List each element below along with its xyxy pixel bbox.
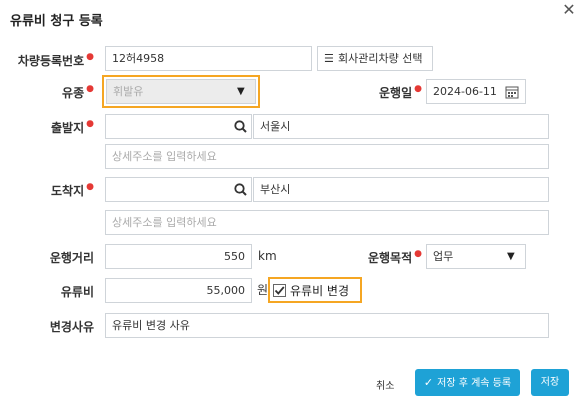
fuel-cost-change-checkbox[interactable]: 유류비 변경 <box>268 277 362 303</box>
dialog-title: 유류비 청구 등록 <box>10 14 103 29</box>
save-and-continue-button[interactable]: ✓ 저장 후 계속 등록 <box>415 369 520 396</box>
caret-down-icon: ▼ <box>507 251 515 262</box>
search-icon[interactable] <box>234 183 247 196</box>
arrival-label: 도착지 ● <box>51 182 94 198</box>
departure-city-field: 서울시 <box>253 114 549 139</box>
purpose-label: 운행목적 ● <box>367 249 422 265</box>
fuel-cost-label: 유류비 <box>60 285 94 299</box>
arrival-search-input[interactable] <box>105 177 252 202</box>
drive-date-input[interactable]: 2024-06-11 <box>426 79 526 104</box>
fuel-cost-unit: 원 <box>257 283 269 297</box>
calendar-icon <box>505 85 519 99</box>
vehicle-number-label: 차량등록번호 ● <box>17 52 94 68</box>
cancel-button[interactable]: 취소 <box>376 377 394 392</box>
distance-input[interactable]: 550 <box>105 244 252 269</box>
checkbox-checked-icon <box>273 284 286 297</box>
check-icon: ✓ <box>423 376 434 389</box>
purpose-select[interactable]: 업무 ▼ <box>426 244 526 269</box>
fuel-type-label: 유종 ● <box>62 84 94 100</box>
close-icon[interactable]: ✕ <box>561 2 577 18</box>
search-icon[interactable] <box>234 120 247 133</box>
vehicle-number-input[interactable]: 12허4958 <box>105 46 312 71</box>
caret-down-icon: ▼ <box>237 86 245 97</box>
company-vehicle-button[interactable]: ☰ 회사관리차량 선택 <box>317 46 433 71</box>
list-check-icon: ☰ <box>324 52 334 65</box>
arrival-detail-input[interactable]: 상세주소를 입력하세요 <box>105 210 549 235</box>
save-button[interactable]: 저장 <box>531 369 569 396</box>
drive-date-label: 운행일 ● <box>379 84 422 100</box>
departure-label: 출발지 ● <box>51 119 94 135</box>
arrival-city-field: 부산시 <box>253 177 549 202</box>
departure-detail-input[interactable]: 상세주소를 입력하세요 <box>105 144 549 169</box>
fuel-type-select[interactable]: 휘발유 ▼ <box>106 79 256 104</box>
departure-search-input[interactable] <box>105 114 252 139</box>
change-reason-label: 변경사유 <box>49 320 94 334</box>
distance-unit: km <box>258 249 277 263</box>
fuel-cost-change-label: 유류비 변경 <box>290 284 350 298</box>
distance-label: 운행거리 <box>49 251 94 265</box>
fuel-cost-input[interactable]: 55,000 <box>105 278 252 303</box>
change-reason-input[interactable]: 유류비 변경 사유 <box>105 313 549 338</box>
